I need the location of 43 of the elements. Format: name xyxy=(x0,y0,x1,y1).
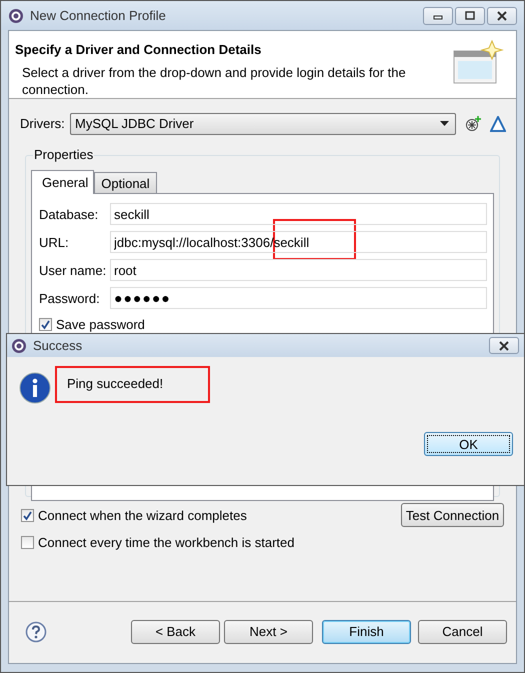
input-field[interactable]: root xyxy=(110,259,487,281)
maximize-button[interactable] xyxy=(455,6,485,24)
checkbox-label: Save password xyxy=(56,316,145,332)
drivers-label: Drivers: xyxy=(20,116,66,131)
caret-icon xyxy=(440,121,449,126)
checkbox-label: Connect when the wizard completes xyxy=(38,508,247,522)
checkbox[interactable] xyxy=(39,318,52,330)
checkbox[interactable] xyxy=(21,536,34,548)
field-label: Password: xyxy=(39,290,101,306)
wizard-button[interactable]: Finish xyxy=(322,620,411,644)
help-icon[interactable] xyxy=(25,620,47,642)
driver-dropdown[interactable]: MySQL JDBC Driver xyxy=(70,112,456,134)
message-text: Ping succeeded! xyxy=(67,376,164,391)
gear-icon xyxy=(11,338,27,354)
tab[interactable]: Optional xyxy=(94,172,157,193)
checkbox[interactable] xyxy=(21,508,34,522)
page-description: Select a driver from the drop-down and provide login details for the connection. xyxy=(22,64,407,98)
field-label: User name: xyxy=(39,262,108,278)
wizard-button[interactable]: < Back xyxy=(131,620,220,644)
minimize-button[interactable] xyxy=(423,6,453,24)
page-title: Specify a Driver and Connection Details xyxy=(15,42,262,57)
info-icon xyxy=(19,372,51,404)
add-driver-icon[interactable] xyxy=(465,116,481,132)
close-icon xyxy=(498,340,510,350)
close-button[interactable] xyxy=(489,337,519,354)
wizard-button[interactable]: Next > xyxy=(224,620,313,644)
input-field[interactable]: seckill xyxy=(110,203,487,225)
test-connection-button[interactable]: Test Connection xyxy=(401,503,504,527)
field-label: Database: xyxy=(39,206,100,222)
group-title: Properties xyxy=(33,147,94,162)
input-field[interactable]: ●●●●●● xyxy=(110,287,487,309)
field-label: URL: xyxy=(39,234,70,250)
ok-button[interactable]: OK xyxy=(424,432,513,456)
window-title: New Connection Profile xyxy=(30,8,166,23)
close-button[interactable] xyxy=(487,6,517,24)
dialog-title: Success xyxy=(33,338,82,353)
gear-icon xyxy=(8,8,24,24)
close-icon xyxy=(496,10,508,20)
maximize-icon xyxy=(464,10,476,20)
tab[interactable]: General xyxy=(31,170,94,194)
triangle-icon[interactable] xyxy=(490,116,506,132)
checkbox-label: Connect every time the workbench is started xyxy=(38,534,295,550)
wizard-button[interactable]: Cancel xyxy=(418,620,507,644)
